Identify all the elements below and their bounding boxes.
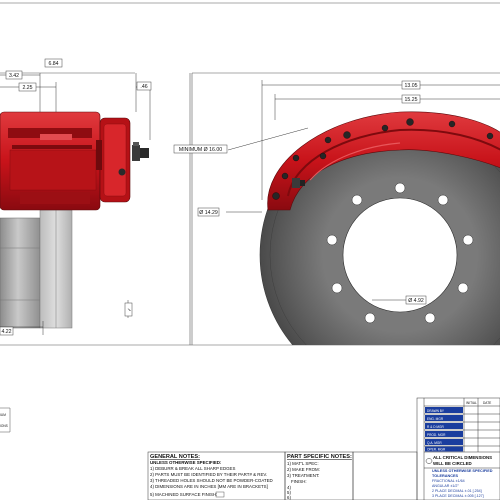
tolerance-line-3: 2 PLACE DECIMAL ±.01 [.254] [432, 489, 482, 493]
approval-rows: DRAWN BY ENG. MGR R & D MGR PROD. MGR Q.… [425, 407, 463, 452]
dim-rotor-span: 15.25 [405, 97, 418, 103]
tolerances-title: TOLERANCES [432, 474, 459, 478]
part-notes-title: PART SPECIFIC NOTES: [287, 454, 352, 460]
tolerance-line-2: ANGULAR ±1/2° [432, 484, 459, 488]
rotor-center-hole [342, 197, 458, 313]
engineering-drawing: 6.84 3.42 2.25 .46 4.22 ✓ 13.05 15.25 MI… [0, 2, 500, 500]
dim-bleeder-offset: .46 [140, 84, 147, 90]
hub-section [0, 217, 41, 329]
front-view [226, 80, 500, 345]
approval-qa-mgr: Q.A. MGR [427, 441, 442, 445]
approval-drawn-by: DRAWN BY [427, 409, 445, 413]
part-note-2: 2) MAKE FROM: [287, 467, 320, 472]
tolerance-line-4: 3 PLACE DECIMAL ±.005 [.127] [432, 494, 484, 498]
dim-caliper-offset: 3.42 [9, 73, 19, 79]
approval-eng-mgr: ENG. MGR [427, 417, 444, 421]
critical-dims-line1: ALL CRITICAL DIMENSIONS [433, 455, 492, 460]
approvals-date-header: DATE [483, 401, 491, 405]
dim-overall-width: 6.84 [48, 61, 58, 67]
datum-marker: ✓ [127, 307, 133, 311]
general-note-5: 5) MACHINED SURFACE FINISH: [150, 492, 217, 497]
general-note-4: 4) DIMENSIONS ARE IN INCHES [MM ARE IN B… [150, 484, 268, 489]
tolerance-line-1: FRACTIONAL ±1/64 [432, 479, 465, 483]
dim-caliper-span: 13.05 [405, 83, 418, 89]
part-note-1: 1) MAT'L SPEC: [287, 461, 319, 466]
legend-text-2: IONS [0, 424, 8, 428]
dim-bolt-circle: Ø 4.92 [408, 298, 424, 304]
approvals-initial-header: INITIAL [466, 401, 477, 405]
legend-text-1: IUM [0, 413, 6, 417]
dim-rotor-diameter: Ø 14.29 [199, 210, 218, 216]
part-note-4: FINISH: [291, 479, 307, 484]
dim-minimum-diameter: MINIMUM Ø 16.00 [179, 147, 222, 153]
critical-dims-line2: WILL BE CIRCLED [433, 461, 472, 466]
approval-prod-mgr: PROD. MGR [427, 433, 446, 437]
general-note-2: 2) PARTS MUST BE IDENTIFIED BY THEIR PAR… [150, 472, 267, 477]
part-note-7: 6) [287, 495, 291, 500]
general-note-1: 1) DEBURR & BREAK ALL SHARP EDGES [150, 466, 235, 471]
caliper-side [0, 111, 131, 211]
approval-rd-mgr: R & D MGR [427, 425, 445, 429]
part-note-3: 3) TREATMENT: [287, 473, 319, 478]
legend-fragment: IUM IONS [0, 407, 11, 433]
side-view [0, 73, 151, 335]
general-notes-subtitle: UNLESS OTHERWISE SPECIFIED: [150, 460, 222, 465]
tolerances-header: UNLESS OTHERWISE SPECIFIED [432, 469, 493, 473]
title-block: GENERAL NOTES: UNLESS OTHERWISE SPECIFIE… [147, 397, 500, 500]
approval-oper-mgr: OPER. MGR [427, 448, 446, 452]
dim-bottom-width: 4.22 [1, 329, 11, 335]
dim-body-width: 2.25 [22, 85, 32, 91]
general-note-3: 3) THREADED HOLES SHOULD NOT BE POWDER-C… [150, 478, 273, 483]
